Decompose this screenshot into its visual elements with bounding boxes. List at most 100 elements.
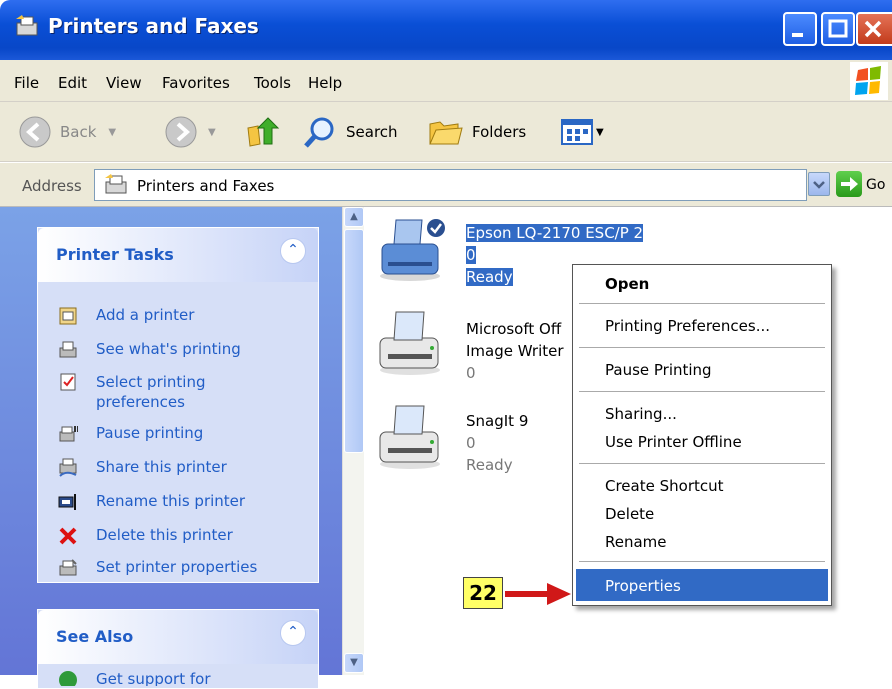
menu-open[interactable]: Open — [605, 275, 649, 293]
printer-docs: 0 — [466, 246, 476, 264]
scroll-thumb[interactable] — [344, 229, 364, 453]
minimize-icon — [792, 33, 803, 37]
task-set-properties[interactable]: Set printer properties — [58, 558, 257, 586]
printer-properties-icon — [59, 559, 77, 576]
windows-logo-icon — [850, 62, 888, 100]
folders-button[interactable]: Folders — [428, 102, 526, 162]
address-dropdown-button[interactable] — [808, 172, 830, 196]
scroll-down-button[interactable]: ▼ — [344, 653, 364, 673]
menu-separator — [579, 463, 825, 464]
views-icon — [561, 119, 593, 145]
printer-docs: 0 — [466, 434, 476, 452]
printer-tasks-header[interactable]: Printer Tasks ⌃ — [38, 228, 318, 282]
task-label: Add a printer — [96, 306, 195, 324]
go-label[interactable]: Go — [866, 177, 885, 193]
add-printer-icon — [59, 307, 77, 325]
menu-separator — [579, 391, 825, 392]
task-label: Delete this printer — [96, 526, 233, 544]
forward-dropdown-icon[interactable]: ▼ — [208, 127, 216, 138]
printer-name-line1: Microsoft Off — [466, 320, 562, 338]
printer-epson-icon[interactable] — [374, 214, 454, 284]
share-printer-icon — [59, 458, 77, 477]
task-label: Pause printing — [96, 424, 204, 442]
folders-label: Folders — [472, 123, 527, 141]
menu-tools[interactable]: Tools — [254, 74, 291, 92]
maximize-icon — [828, 19, 848, 38]
task-label: Share this printer — [96, 458, 227, 476]
menu-bar: File Edit View Favorites Tools Help — [0, 60, 892, 102]
printer-tasks-title: Printer Tasks — [56, 245, 174, 264]
menu-rename[interactable]: Rename — [605, 533, 667, 551]
task-label: Set printer properties — [96, 558, 258, 576]
back-label: Back — [60, 123, 97, 141]
task-label: See what's printing — [96, 340, 241, 358]
rename-printer-icon — [58, 494, 76, 510]
search-button[interactable]: Search — [302, 102, 398, 162]
menu-view[interactable]: View — [106, 74, 142, 92]
task-select-preferences[interactable]: Select printing preferences — [58, 372, 246, 420]
back-arrow-icon — [19, 116, 51, 148]
printer-snagit-icon[interactable] — [374, 402, 454, 472]
address-input[interactable]: Printers and Faxes — [94, 169, 807, 201]
collapse-up-icon[interactable]: ⌃ — [280, 238, 306, 264]
menu-sharing[interactable]: Sharing... — [605, 405, 677, 423]
printer-tasks-panel: Printer Tasks ⌃ Add a printer See what's… — [37, 227, 319, 583]
scroll-up-button[interactable]: ▲ — [344, 207, 364, 227]
go-button[interactable] — [836, 171, 862, 197]
printer-image-writer-label[interactable]: Microsoft Off Image Writer 0 — [466, 318, 564, 384]
printer-docs: 0 — [466, 364, 476, 382]
menu-create-shortcut[interactable]: Create Shortcut — [605, 477, 724, 495]
window-title: Printers and Faxes — [48, 14, 259, 38]
menu-properties[interactable]: Properties — [605, 577, 681, 595]
minimize-button[interactable] — [783, 12, 817, 46]
printer-snagit-label[interactable]: SnagIt 9 0 Ready — [466, 410, 528, 476]
close-icon — [864, 20, 882, 38]
address-value: Printers and Faxes — [137, 177, 275, 195]
folders-icon — [429, 121, 463, 145]
pause-printing-icon — [59, 426, 78, 442]
forward-button[interactable]: ▼ — [164, 102, 216, 162]
task-delete-printer[interactable]: Delete this printer — [58, 526, 233, 554]
see-also-label: Get support for troubleshooting — [96, 670, 211, 686]
task-see-printing[interactable]: See what's printing — [58, 340, 241, 368]
see-also-item[interactable]: Get support for troubleshooting — [58, 670, 318, 686]
task-rename-printer[interactable]: Rename this printer — [58, 492, 245, 520]
delete-icon — [59, 527, 77, 545]
task-add-printer[interactable]: Add a printer — [58, 306, 194, 334]
task-share-printer[interactable]: Share this printer — [58, 458, 227, 486]
menu-favorites[interactable]: Favorites — [162, 74, 230, 92]
menu-printing-preferences[interactable]: Printing Preferences... — [605, 317, 770, 335]
menu-edit[interactable]: Edit — [58, 74, 87, 92]
task-label: Select printing preferences — [96, 373, 206, 411]
task-pane: Printer Tasks ⌃ Add a printer See what's… — [0, 207, 342, 689]
collapse-up-icon[interactable]: ⌃ — [280, 620, 306, 646]
menu-use-offline[interactable]: Use Printer Offline — [605, 433, 742, 451]
address-label: Address — [22, 177, 82, 195]
back-dropdown-icon[interactable]: ▼ — [108, 127, 116, 138]
printer-name-line2: Image Writer — [466, 342, 564, 360]
see-also-header[interactable]: See Also ⌃ — [38, 610, 318, 664]
task-pause-printing[interactable]: Pause printing — [58, 424, 203, 452]
vertical-scrollbar[interactable]: ▲ ▼ — [342, 207, 364, 675]
step-number-badge: 22 — [463, 577, 503, 609]
views-button[interactable]: ▼ — [560, 102, 604, 162]
menu-pause-printing[interactable]: Pause Printing — [605, 361, 712, 379]
see-printing-icon — [59, 341, 77, 358]
address-bar: Address Printers and Faxes Go — [0, 163, 892, 207]
up-folder-button[interactable] — [244, 102, 280, 162]
menu-help[interactable]: Help — [308, 74, 342, 92]
search-label: Search — [346, 123, 398, 141]
close-button[interactable] — [856, 12, 892, 46]
menu-separator — [579, 347, 825, 348]
up-folder-icon — [247, 117, 280, 147]
maximize-button[interactable] — [821, 12, 855, 46]
printer-folder-icon — [105, 174, 127, 194]
printer-image-writer-icon[interactable] — [374, 308, 454, 378]
preferences-icon — [60, 373, 76, 391]
menu-file[interactable]: File — [14, 74, 39, 92]
back-button[interactable]: Back ▼ — [18, 102, 116, 162]
views-dropdown-icon: ▼ — [596, 126, 604, 138]
menu-delete[interactable]: Delete — [605, 505, 654, 523]
menu-separator — [579, 561, 825, 562]
forward-arrow-icon — [165, 116, 197, 148]
